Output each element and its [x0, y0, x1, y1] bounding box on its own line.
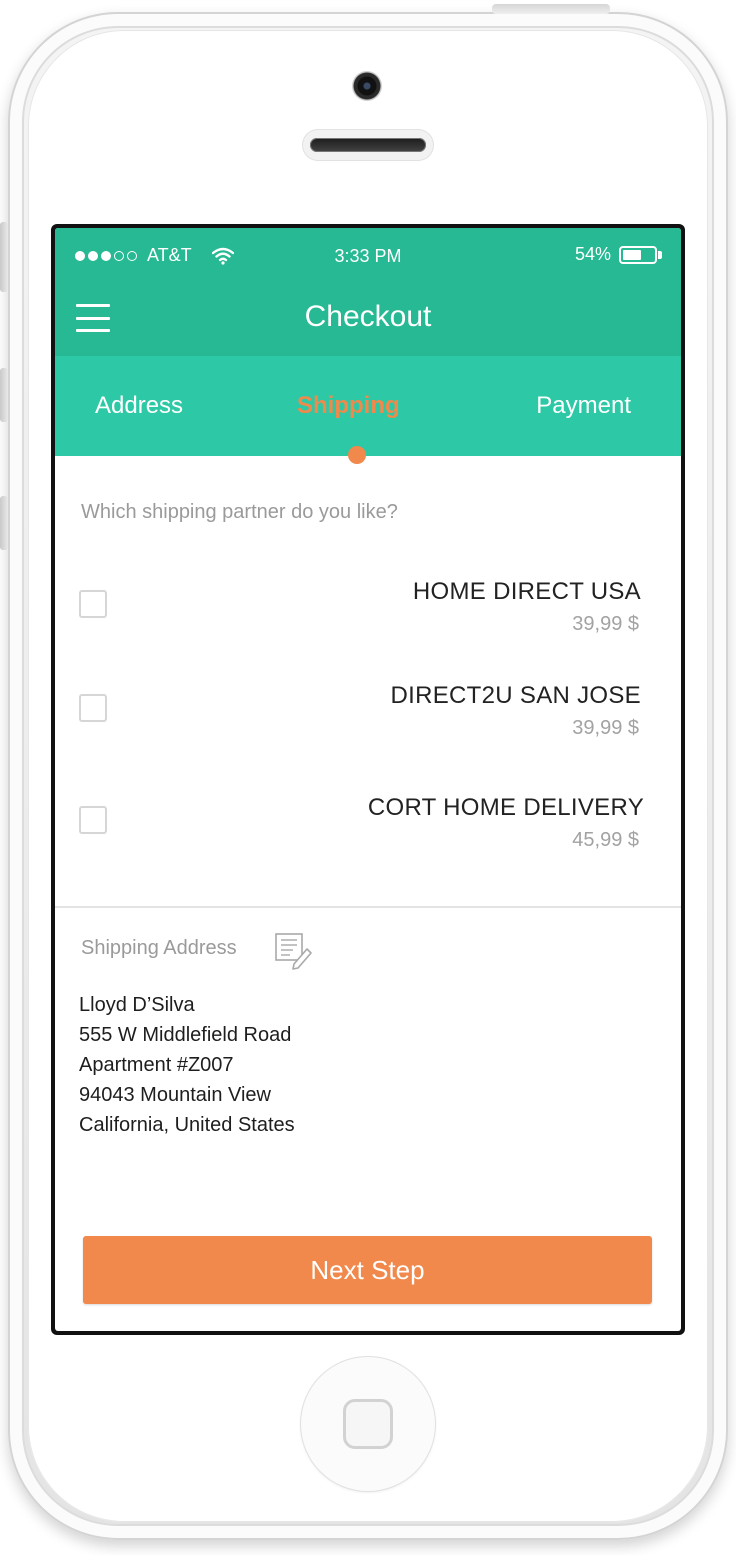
screen: AT&T 3:33 PM 54% Checkout Address Shippi…	[51, 224, 685, 1335]
battery-cap	[658, 250, 662, 259]
mute-switch	[0, 222, 8, 292]
battery-fill	[623, 249, 641, 260]
address-line-street: 555 W Middlefield Road	[79, 1024, 292, 1046]
shipping-option-direct2u-san-jose[interactable]: DIRECT2U SAN JOSE 39,99 $	[55, 672, 681, 752]
battery-percent: 54%	[574, 244, 611, 264]
volume-down-button	[0, 496, 8, 550]
active-tab-indicator	[348, 446, 366, 464]
status-bar: AT&T 3:33 PM 54%	[55, 228, 681, 284]
battery-body	[619, 245, 657, 264]
edit-note-icon[interactable]	[273, 930, 313, 970]
shipping-option-name: HOME DIRECT USA	[412, 578, 641, 605]
tab-shipping[interactable]: Shipping	[297, 392, 400, 420]
home-button-icon	[343, 1399, 393, 1449]
shipping-option-name: DIRECT2U SAN JOSE	[390, 682, 641, 709]
next-step-button[interactable]: Next Step	[83, 1236, 652, 1304]
page-title: Checkout	[304, 300, 432, 333]
battery-icon	[619, 245, 663, 265]
screen-content: AT&T 3:33 PM 54% Checkout Address Shippi…	[55, 228, 681, 1331]
shipping-option-name: CORT HOME DELIVERY	[367, 794, 644, 821]
shipping-option-home-direct-usa[interactable]: HOME DIRECT USA 39,99 $	[55, 568, 681, 648]
front-camera	[352, 71, 382, 101]
tab-address[interactable]: Address	[95, 392, 183, 420]
shipping-option-price: 39,99 $	[572, 717, 639, 739]
address-line-name: Lloyd D’Silva	[79, 994, 195, 1016]
checkout-steps-tabs: Address Shipping Payment	[55, 356, 681, 456]
address-line-city: 94043 Mountain View	[79, 1084, 271, 1106]
address-line-country: California, United States	[79, 1114, 295, 1136]
app-bar: Checkout	[55, 284, 681, 356]
shipping-option-cort-home-delivery[interactable]: CORT HOME DELIVERY 45,99 $	[55, 784, 681, 864]
shipping-option-price: 45,99 $	[572, 829, 639, 851]
volume-up-button	[0, 368, 8, 422]
shipping-address-label: Shipping Address	[81, 937, 237, 959]
status-right: 54%	[575, 244, 663, 265]
shipping-option-price: 39,99 $	[572, 613, 639, 635]
address-line-apartment: Apartment #Z007	[79, 1054, 234, 1076]
checkbox[interactable]	[79, 590, 107, 618]
checkbox[interactable]	[79, 806, 107, 834]
shipping-address: Lloyd D’Silva 555 W Middlefield Road Apa…	[79, 990, 295, 1140]
home-button[interactable]	[300, 1356, 436, 1492]
tab-payment[interactable]: Payment	[536, 392, 631, 420]
section-divider	[55, 906, 681, 908]
earpiece-speaker	[302, 129, 434, 161]
checkbox[interactable]	[79, 694, 107, 722]
power-button	[492, 4, 610, 14]
shipping-question: Which shipping partner do you like?	[81, 501, 398, 523]
